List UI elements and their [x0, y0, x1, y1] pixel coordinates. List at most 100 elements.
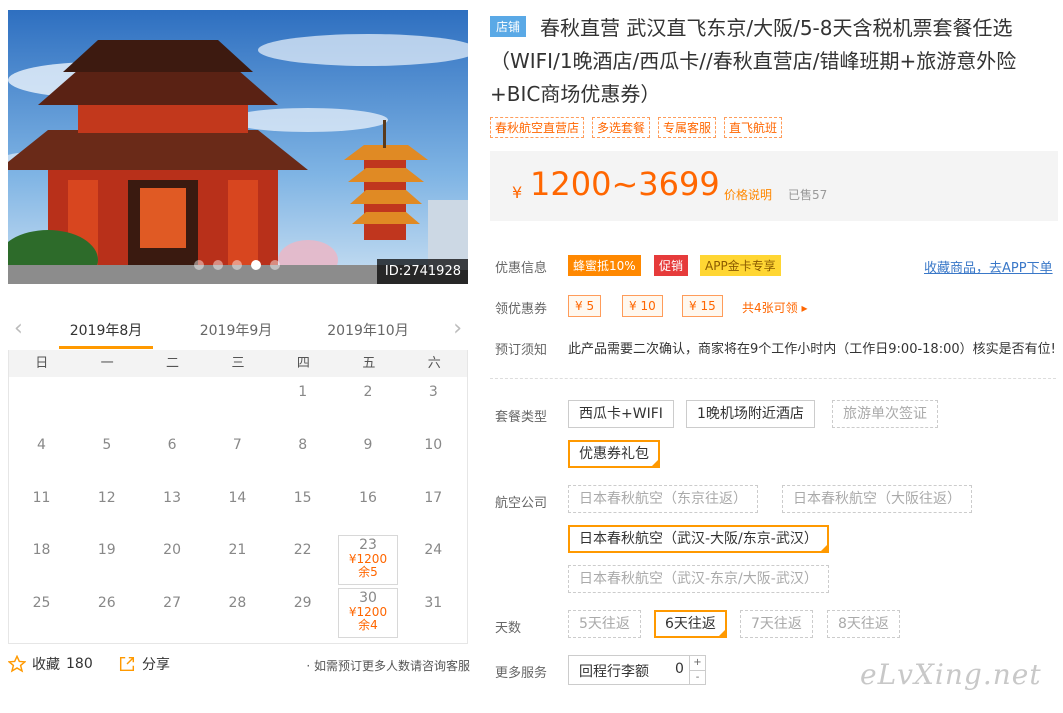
- carousel-dot[interactable]: [232, 260, 242, 270]
- promo-badge-app-gold: APP金卡专享: [700, 255, 781, 276]
- days-option-6[interactable]: 6天往返: [654, 610, 727, 640]
- calendar-day: 29: [273, 588, 333, 638]
- carousel-dot[interactable]: [194, 260, 204, 270]
- coupon-label: 领优惠券: [495, 302, 548, 317]
- package-option-watermelon-wifi[interactable]: 西瓜卡+WIFI: [568, 400, 674, 428]
- action-bar: 收藏 180 分享 · 如需预订更多人数请咨询客服: [8, 654, 470, 678]
- chevron-right-icon[interactable]: ›: [453, 316, 462, 341]
- day-number: 12: [97, 489, 116, 506]
- calendar-day: 15: [273, 483, 333, 533]
- coupon-5[interactable]: ¥ 5: [568, 295, 602, 317]
- favorite-button[interactable]: 收藏 180: [8, 654, 93, 674]
- calendar-day[interactable]: 30 ¥1200 余4: [338, 588, 398, 639]
- promo-label: 优惠信息: [495, 261, 548, 276]
- calendar-day: 24: [403, 535, 463, 585]
- date-calendar: 日 一 二 三 四 五 六 1 2 3 4 5 6 7 8 9 10 11 12 13 14 15 16 17 1…: [8, 350, 468, 644]
- day-number: 24: [424, 542, 443, 559]
- more-services-label: 更多服务: [495, 666, 548, 681]
- days-option-5[interactable]: 5天往返: [568, 610, 641, 638]
- calendar-day: 22: [273, 535, 333, 585]
- day-number: 25: [32, 595, 51, 612]
- promo-badge-sale: 促销: [654, 255, 689, 276]
- decrement-button[interactable]: -: [690, 670, 705, 684]
- calendar-day: 25: [12, 588, 72, 638]
- calendar-day: 17: [403, 483, 463, 533]
- tag-spring-airlines-store[interactable]: 春秋航空直营店: [490, 117, 585, 138]
- baggage-stepper: 回程行李额 0 + -: [568, 655, 706, 685]
- coupon-more-link[interactable]: 共4张可领 ▸: [742, 299, 807, 316]
- day-number: 2: [363, 384, 373, 400]
- days-option-8[interactable]: 8天往返: [827, 610, 900, 638]
- product-title: 春秋直营 武汉直飞东京/大阪/5-8天含税机票套餐任选（WIFI/1晚酒店/西瓜…: [490, 16, 1017, 106]
- favorite-app-link[interactable]: 收藏商品，去APP下单: [924, 257, 1053, 276]
- day-number: 23: [359, 537, 377, 554]
- share-button[interactable]: 分享: [118, 654, 170, 674]
- day-number: 28: [228, 595, 247, 612]
- carousel-dot-active[interactable]: [251, 260, 261, 270]
- carousel-dot[interactable]: [270, 260, 280, 270]
- day-number: 20: [163, 542, 181, 559]
- day-number: 15: [293, 489, 312, 506]
- calendar-day: 2: [338, 377, 398, 427]
- package-option-airport-hotel[interactable]: 1晚机场附近酒店: [686, 400, 815, 428]
- carousel-dots: [194, 260, 280, 270]
- calendar-day: 16: [338, 483, 398, 533]
- day-number: 31: [424, 595, 443, 612]
- day-number: 16: [359, 489, 377, 506]
- day-number: 22: [293, 542, 312, 559]
- calendar-days: 1 2 3 4 5 6 7 8 9 10 11 12 13 14 15 16 17 18 19 20 21 22 23 ¥12…: [9, 377, 467, 644]
- increment-button[interactable]: +: [690, 656, 705, 670]
- promo-badge-honey: 蜂蜜抵10%: [568, 255, 641, 276]
- calendar-day: 1: [273, 377, 333, 427]
- day-number: 1: [298, 384, 308, 400]
- chevron-left-icon[interactable]: ‹: [14, 316, 23, 341]
- image-id-label: ID:2741928: [376, 259, 468, 284]
- coupon-10[interactable]: ¥ 10: [622, 295, 663, 317]
- carousel-dot[interactable]: [213, 260, 223, 270]
- tag-direct-flight[interactable]: 直飞航班: [724, 117, 783, 138]
- calendar-day: 20: [142, 535, 202, 585]
- weekday-label: 日: [35, 356, 49, 371]
- day-number: 5: [102, 436, 112, 453]
- day-stock: 余4: [358, 618, 378, 633]
- calendar-day: 19: [77, 535, 137, 585]
- booking-tip: · 如需预订更多人数请咨询客服: [306, 659, 470, 673]
- calendar-day: 3: [403, 377, 463, 427]
- calendar-day: 28: [207, 588, 267, 638]
- price-range: 1200~3699: [530, 165, 720, 203]
- notice-label: 预订须知: [495, 343, 548, 358]
- airline-option-tokyo-return[interactable]: 日本春秋航空（东京往返）: [568, 485, 758, 513]
- calendar-day: 6: [142, 430, 202, 480]
- shop-badge: 店铺: [490, 16, 527, 37]
- package-option-coupon-gift[interactable]: 优惠券礼包: [568, 440, 660, 470]
- tab-month-september[interactable]: 2019年9月: [189, 320, 283, 340]
- airline-option-wuhan-osaka-tokyo[interactable]: 日本春秋航空（武汉-大阪/东京-武汉）: [568, 525, 829, 555]
- coupon-15[interactable]: ¥ 15: [682, 295, 723, 317]
- day-number: 17: [424, 489, 443, 506]
- baggage-value[interactable]: 0: [675, 661, 684, 677]
- price-explain-link[interactable]: 价格说明: [724, 186, 772, 203]
- day-number: 14: [228, 489, 247, 506]
- sold-count: 已售57: [788, 188, 828, 202]
- calendar-day: 8: [273, 430, 333, 480]
- stepper-buttons: + -: [689, 656, 705, 684]
- tag-exclusive-service[interactable]: 专属客服: [658, 117, 717, 138]
- package-option-visa[interactable]: 旅游单次签证: [832, 400, 938, 428]
- day-number: 29: [293, 595, 312, 612]
- price-box: ¥ 1200~3699 价格说明 已售57: [490, 151, 1058, 221]
- product-image[interactable]: ID:2741928: [8, 10, 468, 284]
- tag-multi-package[interactable]: 多选套餐: [592, 117, 651, 138]
- airline-option-osaka-return[interactable]: 日本春秋航空（大阪往返）: [782, 485, 972, 513]
- tab-month-august[interactable]: 2019年8月: [59, 320, 153, 340]
- airline-label: 航空公司: [495, 496, 548, 511]
- day-number: 27: [163, 595, 181, 612]
- notice-text: 此产品需要二次确认，商家将在9个工作小时内（工作日9:00-18:00）核实是否…: [568, 342, 1056, 357]
- calendar-day: 9: [338, 430, 398, 480]
- tab-month-october[interactable]: 2019年10月: [321, 320, 415, 340]
- share-icon: [119, 656, 135, 672]
- days-option-7[interactable]: 7天往返: [740, 610, 813, 638]
- airline-option-wuhan-tokyo-osaka[interactable]: 日本春秋航空（武汉-东京/大阪-武汉）: [568, 565, 829, 593]
- calendar-day[interactable]: 23 ¥1200 余5: [338, 535, 398, 586]
- days-label: 天数: [495, 621, 522, 636]
- day-number: 6: [167, 436, 177, 453]
